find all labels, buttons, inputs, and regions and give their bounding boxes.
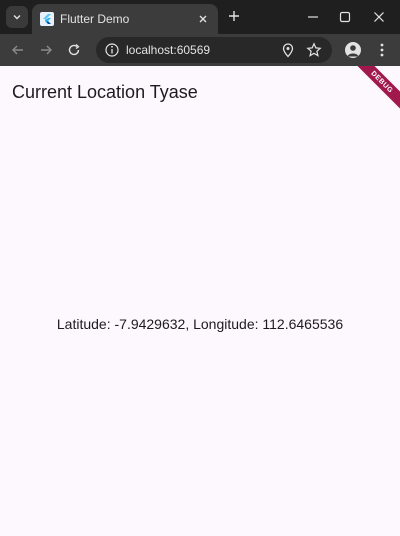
tab-title: Flutter Demo <box>60 12 130 26</box>
tab-list-button[interactable] <box>6 6 28 28</box>
plus-icon[interactable] <box>226 8 242 24</box>
url-text: localhost:60569 <box>126 43 211 57</box>
location-icon[interactable] <box>280 42 296 58</box>
page-title: Current Location Tyase <box>12 82 198 102</box>
browser-toolbar: localhost:60569 <box>0 34 400 66</box>
profile-icon[interactable] <box>345 42 361 58</box>
reload-icon[interactable] <box>66 42 82 58</box>
app-page: Current Location Tyase Latitude: -7.9429… <box>0 66 400 536</box>
debug-label: DEBUG <box>369 69 395 95</box>
close-icon[interactable] <box>196 12 210 26</box>
debug-banner: DEBUG <box>349 66 400 115</box>
close-window-icon[interactable] <box>372 10 386 24</box>
chevron-down-icon <box>13 15 21 20</box>
forward-icon[interactable] <box>38 42 54 58</box>
address-bar[interactable]: localhost:60569 <box>96 37 332 63</box>
browser-tab-bar: Flutter Demo <box>0 0 400 34</box>
back-icon[interactable] <box>10 42 26 58</box>
info-icon[interactable] <box>104 42 120 58</box>
browser-tab[interactable]: Flutter Demo <box>32 4 218 34</box>
minimize-icon[interactable] <box>306 10 320 24</box>
flutter-favicon-icon <box>40 12 54 26</box>
maximize-icon[interactable] <box>338 10 352 24</box>
menu-icon[interactable] <box>376 42 388 58</box>
star-icon[interactable] <box>306 42 322 58</box>
location-text: Latitude: -7.9429632, Longitude: 112.646… <box>56 316 344 332</box>
